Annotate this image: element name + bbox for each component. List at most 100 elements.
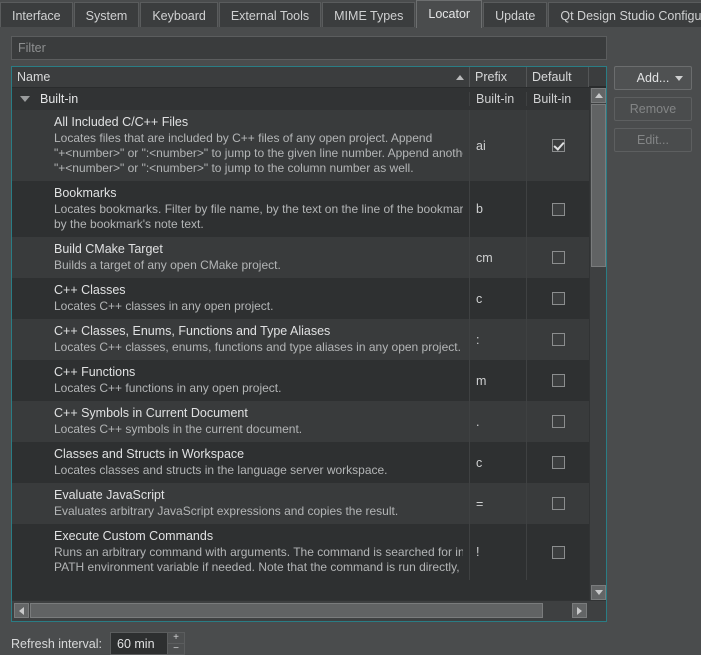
row-prefix-cell[interactable]: b — [470, 181, 527, 237]
row-name-cell: C++ Functions Locates C++ functions in a… — [12, 360, 470, 401]
refresh-interval-label: Refresh interval: — [11, 637, 102, 651]
table-row[interactable]: Classes and Structs in Workspace Locates… — [12, 442, 589, 483]
filter-input[interactable]: Filter — [11, 36, 607, 60]
remove-button[interactable]: Remove — [614, 97, 692, 121]
table-row[interactable]: C++ Classes, Enums, Functions and Type A… — [12, 319, 589, 360]
triangle-up-icon — [595, 93, 603, 98]
triangle-down-icon — [595, 590, 603, 595]
table-row[interactable]: C++ Classes Locates C++ classes in any o… — [12, 278, 589, 319]
row-prefix-cell[interactable]: = — [470, 483, 527, 524]
group-label: Built-in — [40, 92, 78, 106]
refresh-interval-row: Refresh interval: 60 min + − — [11, 632, 185, 655]
tab-keyboard[interactable]: Keyboard — [140, 2, 218, 28]
triangle-right-icon — [577, 607, 582, 615]
row-prefix-cell[interactable]: m — [470, 360, 527, 401]
default-checkbox[interactable] — [552, 203, 565, 216]
row-default-cell — [527, 442, 589, 483]
locator-filters-tree[interactable]: Name Prefix Default Built-in Built-in Bu… — [11, 66, 607, 622]
row-name-cell: Bookmarks Locates bookmarks. Filter by f… — [12, 181, 470, 237]
tree-group-row-built-in[interactable]: Built-in Built-in Built-in — [12, 88, 589, 110]
tab-locator[interactable]: Locator — [416, 0, 482, 28]
remove-button-label: Remove — [630, 102, 677, 116]
chevron-down-icon[interactable] — [675, 76, 683, 81]
row-name-cell: Execute Custom Commands Runs an arbitrar… — [12, 524, 470, 580]
row-default-cell — [527, 278, 589, 319]
refresh-interval-spinbox[interactable]: 60 min + − — [110, 632, 185, 655]
scroll-up-button[interactable] — [591, 88, 606, 103]
tree-horizontal-scrollbar[interactable] — [12, 600, 606, 621]
column-header-default[interactable]: Default — [527, 67, 589, 87]
row-title: C++ Functions — [54, 365, 463, 380]
column-header-default-label: Default — [532, 70, 572, 84]
tree-header-row: Name Prefix Default — [12, 67, 606, 88]
tab-interface[interactable]: Interface — [0, 2, 73, 28]
scroll-down-button[interactable] — [591, 585, 606, 600]
row-name-cell: C++ Classes, Enums, Functions and Type A… — [12, 319, 470, 360]
row-prefix-cell[interactable]: ! — [470, 524, 527, 580]
locator-settings-panel: Filter Name Prefix Default Built-in — [0, 28, 701, 633]
default-checkbox[interactable] — [552, 415, 565, 428]
row-description-line: Locates bookmarks. Filter by file name, … — [54, 202, 463, 216]
row-prefix-cell[interactable]: c — [470, 278, 527, 319]
row-default-cell — [527, 237, 589, 278]
horizontal-scrollbar-thumb[interactable] — [30, 603, 543, 618]
row-default-cell — [527, 524, 589, 580]
spinbox-buttons: + − — [167, 633, 184, 654]
default-checkbox[interactable] — [552, 374, 565, 387]
row-default-cell — [527, 401, 589, 442]
table-row[interactable]: Bookmarks Locates bookmarks. Filter by f… — [12, 181, 589, 237]
spinbox-decrement-button[interactable]: − — [168, 644, 184, 654]
row-description-line: "+<number>" or ":<number>" to jump to th… — [54, 146, 463, 160]
tab-update[interactable]: Update — [483, 2, 547, 28]
row-description-line: Builds a target of any open CMake projec… — [54, 258, 463, 272]
tree-vertical-scrollbar[interactable] — [589, 88, 606, 600]
row-title: C++ Classes — [54, 283, 463, 298]
default-checkbox[interactable] — [552, 292, 565, 305]
row-description-line: Locates files that are included by C++ f… — [54, 131, 463, 145]
row-title: Evaluate JavaScript — [54, 488, 463, 503]
vertical-scrollbar-thumb[interactable] — [591, 104, 606, 267]
row-description-line: "+<number>" or ":<number>" to jump to th… — [54, 161, 463, 175]
scroll-right-button[interactable] — [572, 603, 587, 618]
default-checkbox[interactable] — [552, 333, 565, 346]
table-row[interactable]: C++ Symbols in Current Document Locates … — [12, 401, 589, 442]
scroll-left-button[interactable] — [14, 603, 29, 618]
row-name-cell: Build CMake Target Builds a target of an… — [12, 237, 470, 278]
table-row[interactable]: All Included C/C++ Files Locates files t… — [12, 110, 589, 181]
tab-external-tools[interactable]: External Tools — [219, 2, 321, 28]
default-checkbox[interactable] — [552, 139, 565, 152]
table-row[interactable]: Execute Custom Commands Runs an arbitrar… — [12, 524, 589, 580]
default-checkbox[interactable] — [552, 251, 565, 264]
row-description-line: PATH environment variable if needed. Not… — [54, 560, 463, 574]
default-checkbox[interactable] — [552, 456, 565, 469]
tab-mime-types[interactable]: MIME Types — [322, 2, 415, 28]
column-header-name[interactable]: Name — [12, 67, 470, 87]
add-button[interactable]: Add... — [614, 66, 692, 90]
chevron-down-icon[interactable] — [20, 96, 30, 102]
row-prefix-cell[interactable]: : — [470, 319, 527, 360]
row-prefix-cell[interactable]: . — [470, 401, 527, 442]
refresh-interval-value[interactable]: 60 min — [111, 633, 167, 654]
table-row[interactable]: Evaluate JavaScript Evaluates arbitrary … — [12, 483, 589, 524]
row-title: All Included C/C++ Files — [54, 115, 463, 130]
row-name-cell: All Included C/C++ Files Locates files t… — [12, 110, 470, 181]
default-checkbox[interactable] — [552, 546, 565, 559]
table-row[interactable]: Build CMake Target Builds a target of an… — [12, 237, 589, 278]
row-description-line: Locates classes and structs in the langu… — [54, 463, 463, 477]
row-name-cell: Evaluate JavaScript Evaluates arbitrary … — [12, 483, 470, 524]
row-prefix-cell[interactable]: c — [470, 442, 527, 483]
table-row[interactable]: C++ Functions Locates C++ functions in a… — [12, 360, 589, 401]
tab-qt-design-studio-configuration[interactable]: Qt Design Studio Configuration — [548, 2, 701, 28]
triangle-left-icon — [19, 607, 24, 615]
row-prefix-cell[interactable]: cm — [470, 237, 527, 278]
tab-system[interactable]: System — [74, 2, 140, 28]
spinbox-increment-button[interactable]: + — [168, 633, 184, 644]
row-prefix-cell[interactable]: ai — [470, 110, 527, 181]
row-description-line: Locates C++ functions in any open projec… — [54, 381, 463, 395]
header-corner — [589, 67, 606, 87]
default-checkbox[interactable] — [552, 497, 565, 510]
column-header-prefix[interactable]: Prefix — [470, 67, 527, 87]
edit-button[interactable]: Edit... — [614, 128, 692, 152]
row-title: Execute Custom Commands — [54, 529, 463, 544]
sort-ascending-icon — [456, 75, 464, 80]
